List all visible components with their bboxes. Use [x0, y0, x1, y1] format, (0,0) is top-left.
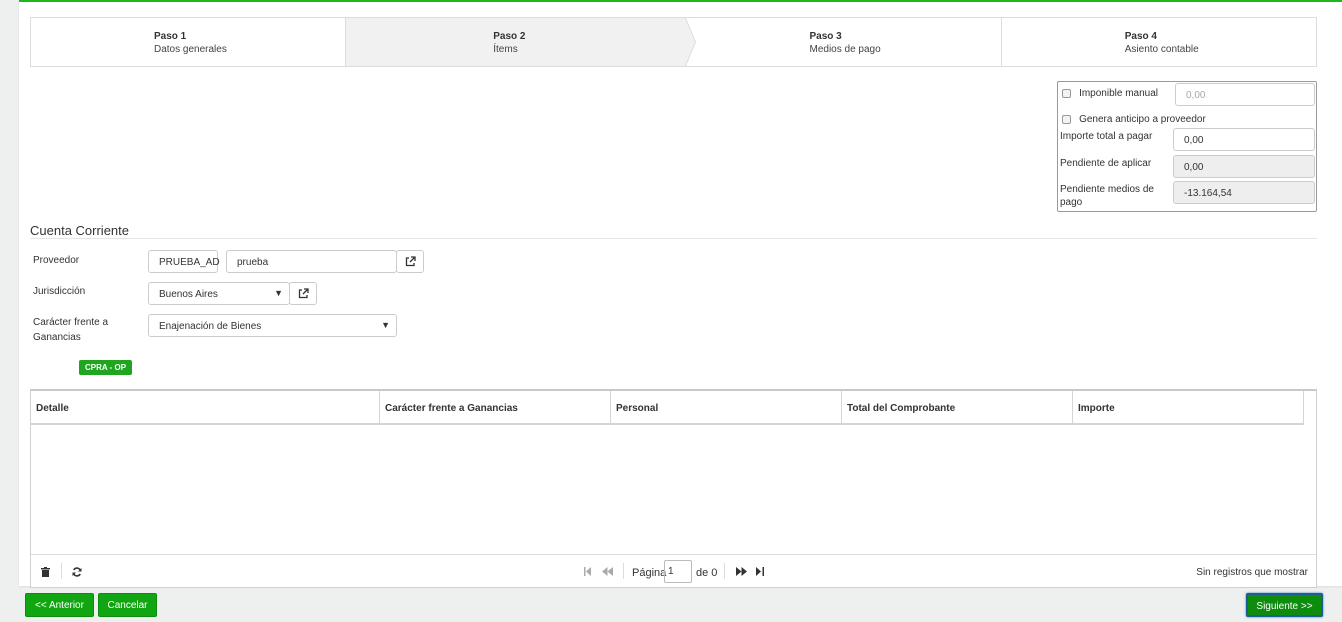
previous-button[interactable]: << Anterior: [25, 593, 94, 617]
next-page-icon[interactable]: [736, 567, 747, 576]
importe-total-label: Importe total a pagar: [1060, 131, 1153, 142]
imponible-manual-checkbox[interactable]: [1062, 88, 1071, 98]
wizard-step-2[interactable]: Paso 2 Ítems: [346, 18, 696, 66]
step-number: Paso 1: [154, 31, 187, 42]
page-number-input[interactable]: 1: [664, 560, 692, 583]
jurisdiccion-select[interactable]: Buenos Aires ▼: [148, 282, 290, 305]
items-grid: Detalle Carácter frente a Ganancias Pers…: [30, 389, 1317, 588]
grid-header-detalle[interactable]: Detalle: [31, 391, 380, 423]
jurisdiccion-value: Buenos Aires: [159, 289, 218, 300]
step-label: Ítems: [493, 44, 518, 55]
chevron-down-icon: ▼: [274, 288, 283, 298]
wizard-stepper: Paso 1 Datos generales Paso 2 Ítems Paso…: [30, 17, 1317, 67]
empty-records-text: Sin registros que mostrar: [1196, 567, 1308, 578]
wizard-step-3[interactable]: Paso 3 Medios de pago: [686, 18, 1002, 66]
cancel-button[interactable]: Cancelar: [98, 593, 157, 617]
jurisdiccion-label: Jurisdicción: [33, 286, 86, 297]
anticipo-checkbox[interactable]: [1062, 114, 1071, 124]
pendiente-medios-field: -13.164,54: [1173, 181, 1315, 204]
last-page-icon[interactable]: [756, 567, 764, 576]
proveedor-label: Proveedor: [33, 255, 80, 266]
main-panel: Paso 1 Datos generales Paso 2 Ítems Paso…: [19, 0, 1342, 588]
first-page-icon[interactable]: [584, 567, 592, 576]
pendiente-medios-label: Pendiente medios de pago: [1060, 184, 1154, 208]
totals-box: Imponible manual 0,00 Genera anticipo a …: [1057, 81, 1317, 212]
pendiente-aplicar-field: 0,00: [1173, 155, 1315, 178]
cpra-op-badge: CPRA - OP: [79, 360, 133, 375]
proveedor-code-input[interactable]: PRUEBA_AD: [148, 250, 220, 273]
grid-header-total[interactable]: Total del Comprobante: [842, 391, 1073, 423]
refresh-icon[interactable]: [72, 567, 82, 577]
section-divider: [30, 238, 1317, 239]
jurisdiccion-open-button[interactable]: [289, 282, 317, 305]
prev-page-icon[interactable]: [602, 567, 613, 576]
grid-header-caracter[interactable]: Carácter frente a Ganancias: [380, 391, 611, 423]
caracter-label: Carácter frente a Ganancias: [33, 315, 108, 345]
caracter-label-line2: Ganancias: [33, 332, 81, 343]
step-label: Asiento contable: [1124, 44, 1199, 55]
wizard-step-4[interactable]: Paso 4 Asiento contable: [1002, 18, 1316, 66]
next-button[interactable]: Siguiente >>: [1246, 593, 1323, 617]
caracter-value: Enajenación de Bienes: [159, 321, 262, 332]
page-label: Página: [632, 567, 667, 579]
proveedor-name-input[interactable]: prueba: [226, 250, 397, 273]
wizard-step-1[interactable]: Paso 1 Datos generales: [31, 18, 347, 66]
grid-header: Detalle Carácter frente a Ganancias Pers…: [31, 391, 1304, 425]
caracter-label-line1: Carácter frente a: [33, 317, 109, 328]
proveedor-open-button[interactable]: [396, 250, 424, 273]
step-label: Medios de pago: [809, 44, 881, 55]
imponible-manual-label: Imponible manual: [1079, 88, 1158, 99]
step-number: Paso 2: [493, 31, 526, 42]
page-count: de 0: [696, 567, 718, 579]
chevron-down-icon: ▼: [381, 320, 390, 330]
grid-header-personal[interactable]: Personal: [611, 391, 842, 423]
trash-icon[interactable]: [41, 567, 50, 577]
caracter-select[interactable]: Enajenación de Bienes ▼: [148, 314, 397, 337]
external-link-icon: [298, 288, 309, 299]
importe-total-field[interactable]: 0,00: [1173, 128, 1315, 151]
anticipo-label: Genera anticipo a proveedor: [1079, 114, 1206, 125]
step-number: Paso 3: [809, 31, 842, 42]
grid-header-importe[interactable]: Importe: [1073, 391, 1304, 423]
step-label: Datos generales: [154, 44, 227, 55]
external-link-icon: [405, 256, 416, 267]
imponible-manual-field[interactable]: 0,00: [1175, 83, 1315, 106]
pendiente-aplicar-label: Pendiente de aplicar: [1060, 158, 1152, 169]
section-title: Cuenta Corriente: [30, 223, 129, 238]
step-number: Paso 4: [1124, 31, 1157, 42]
grid-footer: Página 1 de 0 Sin registros que mostrar: [31, 554, 1316, 588]
